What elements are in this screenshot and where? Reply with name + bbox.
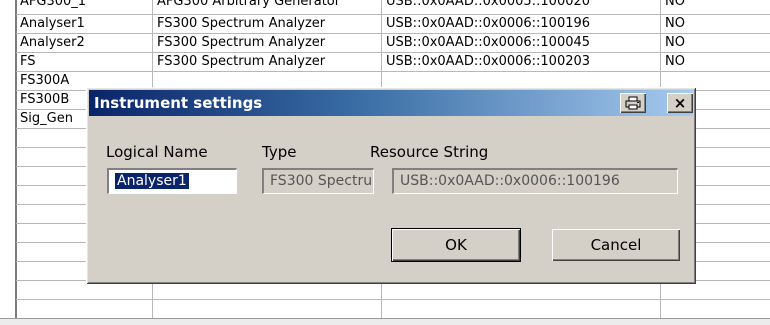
table-cell-logical-name[interactable]: Analyser1 [20, 15, 150, 32]
table-cell-resource[interactable]: USB::0x0AAD::0x0006::100196 [386, 15, 658, 32]
resource-string-field: USB::0x0AAD::0x0006::100196 [392, 168, 678, 194]
table-cell-flag[interactable]: NO [665, 0, 765, 10]
table-cell-type[interactable]: FS300 Spectrum Analyzer [157, 53, 379, 70]
type-field: FS300 Spectrum Analyzer [262, 168, 374, 194]
resource-string-label: Resource String [370, 143, 489, 161]
dialog-titlebar[interactable]: Instrument settings × [89, 90, 693, 116]
printer-icon [625, 96, 641, 110]
close-button[interactable]: × [667, 93, 693, 113]
ok-button[interactable]: OK [391, 228, 521, 262]
cancel-button[interactable]: Cancel [552, 229, 680, 261]
logical-name-value: Analyser1 [115, 173, 189, 189]
table-cell-logical-name[interactable]: Analyser2 [20, 34, 150, 51]
table-cell-type[interactable]: FS300 Spectrum Analyzer [157, 34, 379, 51]
table-cell-flag[interactable]: NO [665, 53, 765, 70]
logical-name-label: Logical Name [106, 143, 208, 161]
table-cell-type[interactable]: AFG300 Arbitrary Generator [157, 0, 379, 10]
print-button[interactable] [620, 93, 646, 113]
table-cell-type[interactable]: FS300 Spectrum Analyzer [157, 15, 379, 32]
table-cell-logical-name[interactable]: AFG300_1 [20, 0, 150, 10]
table-cell-flag[interactable]: NO [665, 15, 765, 32]
dialog-title: Instrument settings [94, 94, 263, 112]
type-label: Type [262, 143, 297, 161]
close-icon: × [673, 94, 687, 112]
table-cell-resource[interactable]: USB::0x0AAD::0x0005::100020 [386, 0, 658, 10]
table-cell-resource[interactable]: USB::0x0AAD::0x0006::100045 [386, 34, 658, 51]
instrument-settings-dialog: Instrument settings × Logical Name Type … [86, 87, 696, 284]
table-left-border [15, 0, 17, 324]
logical-name-input[interactable]: Analyser1 [107, 168, 237, 194]
table-cell-logical-name[interactable]: FS [20, 53, 150, 70]
row-divider [16, 299, 770, 300]
table-cell-resource[interactable]: USB::0x0AAD::0x0006::100203 [386, 53, 658, 70]
table-cell-flag[interactable]: NO [665, 34, 765, 51]
